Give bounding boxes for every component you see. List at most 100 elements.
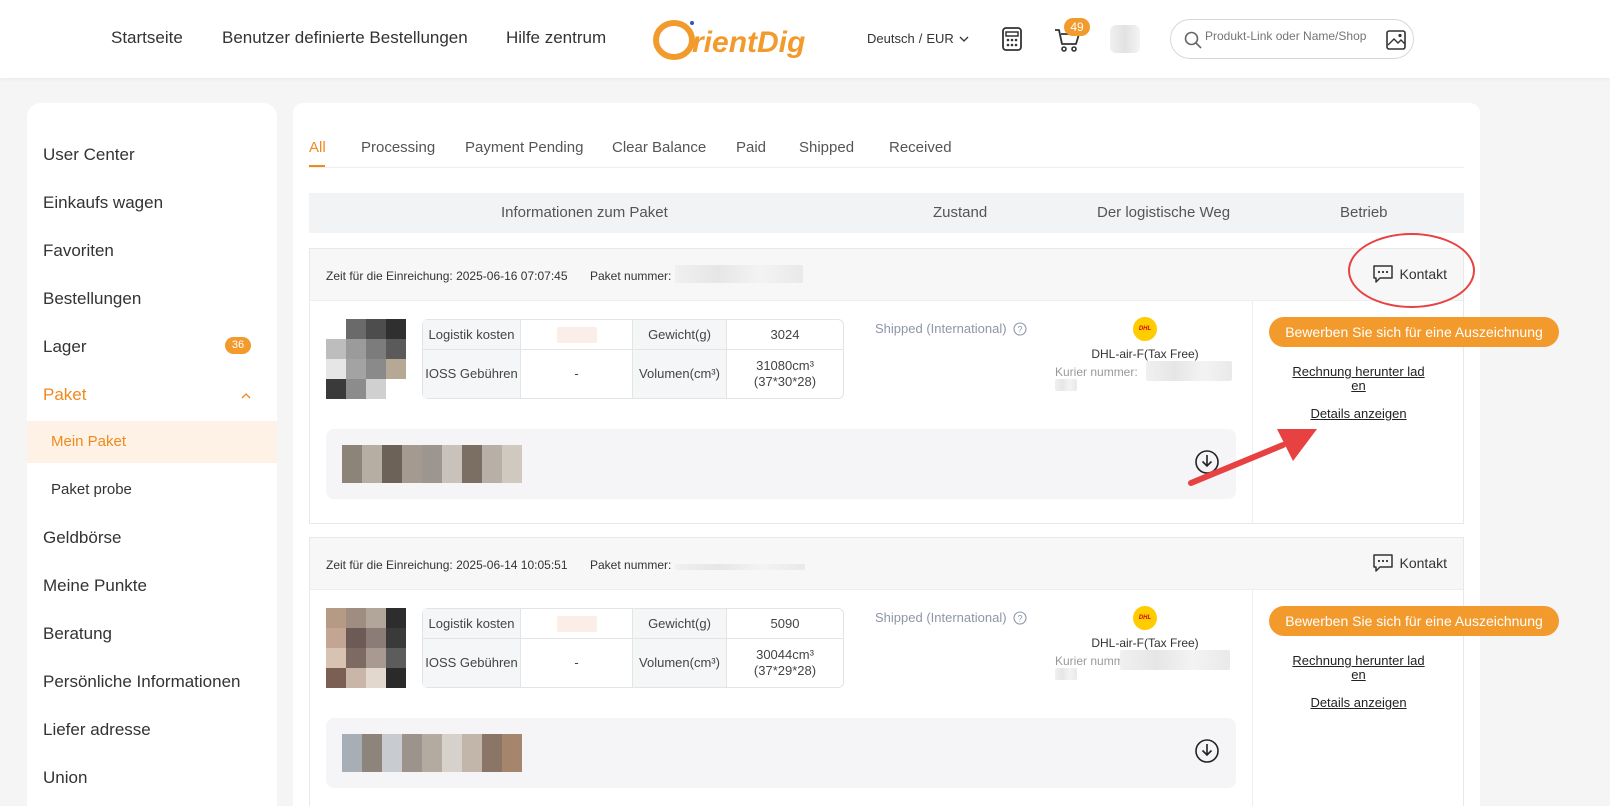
product-thumbnail[interactable] bbox=[326, 608, 406, 688]
svg-text:rientDig: rientDig bbox=[692, 26, 805, 59]
sidebar-sub-my-package[interactable]: Mein Paket bbox=[27, 421, 277, 463]
item-image-thumbnails[interactable] bbox=[342, 734, 522, 772]
red-arrow-annotation bbox=[1188, 429, 1317, 486]
download-invoice-link[interactable]: Rechnung herunter lad en bbox=[1253, 654, 1464, 682]
item-image-thumbnails[interactable] bbox=[342, 445, 522, 483]
tab-all[interactable]: All bbox=[309, 139, 326, 156]
package-number-redacted bbox=[675, 265, 803, 283]
search-input[interactable] bbox=[1205, 29, 1377, 43]
contact-button[interactable]: Kontakt bbox=[1372, 553, 1447, 573]
avatar[interactable] bbox=[1110, 25, 1140, 53]
tab-shipped[interactable]: Shipped bbox=[799, 139, 854, 156]
top-header: Startseite Benutzer definierte Bestellun… bbox=[0, 0, 1610, 78]
nav-home[interactable]: Startseite bbox=[111, 28, 183, 48]
courier-info: DHL DHL-air-F(Tax Free) bbox=[1050, 606, 1240, 650]
sidebar-item-union[interactable]: Union bbox=[43, 768, 87, 788]
courier-number-redacted bbox=[1120, 650, 1230, 670]
carrier-name: DHL-air-F(Tax Free) bbox=[1091, 636, 1199, 650]
lang-separator: / bbox=[918, 31, 923, 46]
courier-number-redacted-2 bbox=[1055, 668, 1077, 680]
search-icon[interactable] bbox=[1183, 30, 1203, 50]
carrier-name: DHL-air-F(Tax Free) bbox=[1091, 347, 1199, 361]
invoice-line-1: Rechnung herunter lad bbox=[1292, 364, 1425, 379]
sidebar-item-consultation[interactable]: Beratung bbox=[43, 624, 112, 644]
nav-custom-orders[interactable]: Benutzer definierte Bestellungen bbox=[222, 28, 468, 48]
sidebar-item-wallet[interactable]: Geldbörse bbox=[43, 528, 121, 548]
sidebar-item-delivery-address[interactable]: Liefer adresse bbox=[43, 720, 151, 740]
chat-icon bbox=[1372, 554, 1393, 572]
courier-number-redacted bbox=[1146, 361, 1232, 381]
highlight-circle-annotation bbox=[1348, 233, 1475, 308]
package-header: Zeit für die Einreichung: 2025-06-16 07:… bbox=[310, 249, 1463, 301]
courier-number-label: Kurier nummer: bbox=[1055, 365, 1138, 379]
sidebar-item-points[interactable]: Meine Punkte bbox=[43, 576, 147, 596]
invoice-line-2: en bbox=[1351, 667, 1366, 682]
volume-value-cell: 30044cm³ (37*29*28) bbox=[727, 639, 843, 687]
apply-award-button[interactable]: Bewerben Sie sich für eine Auszeichnung bbox=[1269, 606, 1559, 636]
apply-award-button[interactable]: Bewerben Sie sich für eine Auszeichnung bbox=[1269, 317, 1559, 347]
package-number-label: Paket nummer: bbox=[590, 269, 672, 283]
tab-processing[interactable]: Processing bbox=[361, 139, 435, 156]
sidebar-item-favorites[interactable]: Favoriten bbox=[43, 241, 114, 261]
search-box[interactable] bbox=[1170, 19, 1414, 59]
tab-paid[interactable]: Paid bbox=[736, 139, 766, 156]
col-operation: Betrieb bbox=[1340, 204, 1388, 221]
volume-dimensions: (37*29*28) bbox=[753, 663, 817, 678]
view-details-link[interactable]: Details anzeigen bbox=[1253, 407, 1464, 421]
time-value: 2025-06-16 07:07:45 bbox=[456, 269, 568, 283]
svg-text:?: ? bbox=[1017, 324, 1022, 334]
time-label: Zeit für die Einreichung: bbox=[326, 558, 453, 572]
ioss-fee-label: IOSS Gebühren bbox=[423, 350, 521, 398]
package-info-table: Logistik kosten Gewicht(g) 5090 IOSS Geb… bbox=[422, 608, 844, 688]
tab-received[interactable]: Received bbox=[889, 139, 952, 156]
sidebar-item-cart[interactable]: Einkaufs wagen bbox=[43, 193, 163, 213]
logistics-cost-label: Logistik kosten bbox=[423, 609, 521, 639]
chevron-up-icon[interactable] bbox=[240, 390, 252, 402]
operations-column: Bewerben Sie sich für eine Auszeichnung … bbox=[1252, 590, 1559, 806]
volume-value: 30044cm³ bbox=[756, 647, 814, 663]
tab-clear-balance[interactable]: Clear Balance bbox=[612, 139, 706, 156]
sidebar-item-orders[interactable]: Bestellungen bbox=[43, 289, 141, 309]
orientdig-logo[interactable]: rientDig bbox=[652, 16, 842, 62]
svg-text:?: ? bbox=[1017, 613, 1022, 623]
submission-time: Zeit für die Einreichung: 2025-06-16 07:… bbox=[326, 269, 568, 283]
sidebar: User Center Einkaufs wagen Favoriten Bes… bbox=[27, 103, 277, 806]
sidebar-sub-package-sample[interactable]: Paket probe bbox=[27, 469, 277, 511]
language-currency-selector[interactable]: Deutsch / EUR bbox=[867, 31, 970, 46]
weight-label: Gewicht(g) bbox=[633, 609, 727, 639]
sidebar-item-warehouse[interactable]: Lager bbox=[43, 337, 86, 357]
ioss-fee-label: IOSS Gebühren bbox=[423, 639, 521, 687]
volume-dimensions: (37*30*28) bbox=[753, 374, 817, 389]
tab-payment-pending[interactable]: Payment Pending bbox=[465, 139, 583, 156]
table-header: Informationen zum Paket Zustand Der logi… bbox=[309, 193, 1464, 233]
currency-label: EUR bbox=[926, 31, 954, 46]
download-invoice-link[interactable]: Rechnung herunter lad en bbox=[1253, 365, 1464, 393]
nav-help-center[interactable]: Hilfe zentrum bbox=[506, 28, 606, 48]
sidebar-item-personal-info[interactable]: Persönliche Informationen bbox=[43, 672, 241, 692]
calculator-icon[interactable] bbox=[997, 24, 1027, 54]
item-images-strip bbox=[326, 429, 1236, 499]
warehouse-count-badge: 36 bbox=[225, 337, 251, 354]
view-details-link[interactable]: Details anzeigen bbox=[1253, 696, 1464, 710]
chevron-down-icon bbox=[959, 36, 969, 42]
weight-value: 3024 bbox=[727, 320, 843, 350]
dhl-logo-icon: DHL bbox=[1133, 606, 1157, 630]
logistics-cost-value bbox=[521, 609, 633, 639]
sidebar-item-user-center[interactable]: User Center bbox=[43, 145, 135, 165]
image-search-icon[interactable] bbox=[1385, 29, 1407, 51]
status-text: Shipped (International) bbox=[875, 610, 1007, 625]
sidebar-item-package[interactable]: Paket bbox=[43, 385, 86, 405]
help-icon[interactable]: ? bbox=[1012, 610, 1027, 625]
package-card: Zeit für die Einreichung: 2025-06-14 10:… bbox=[309, 537, 1559, 806]
volume-label: Volumen(cm³) bbox=[633, 639, 727, 687]
package-number-redacted bbox=[675, 564, 805, 570]
product-thumbnail[interactable] bbox=[326, 319, 406, 399]
status-text: Shipped (International) bbox=[875, 321, 1007, 336]
help-icon[interactable]: ? bbox=[1012, 321, 1027, 336]
courier-number-redacted-2 bbox=[1055, 379, 1077, 391]
weight-label: Gewicht(g) bbox=[633, 320, 727, 350]
download-icon[interactable] bbox=[1194, 738, 1220, 764]
weight-value: 5090 bbox=[727, 609, 843, 639]
contact-label: Kontakt bbox=[1399, 555, 1447, 571]
courier-number-label: Kurier nummer: bbox=[1055, 654, 1125, 668]
